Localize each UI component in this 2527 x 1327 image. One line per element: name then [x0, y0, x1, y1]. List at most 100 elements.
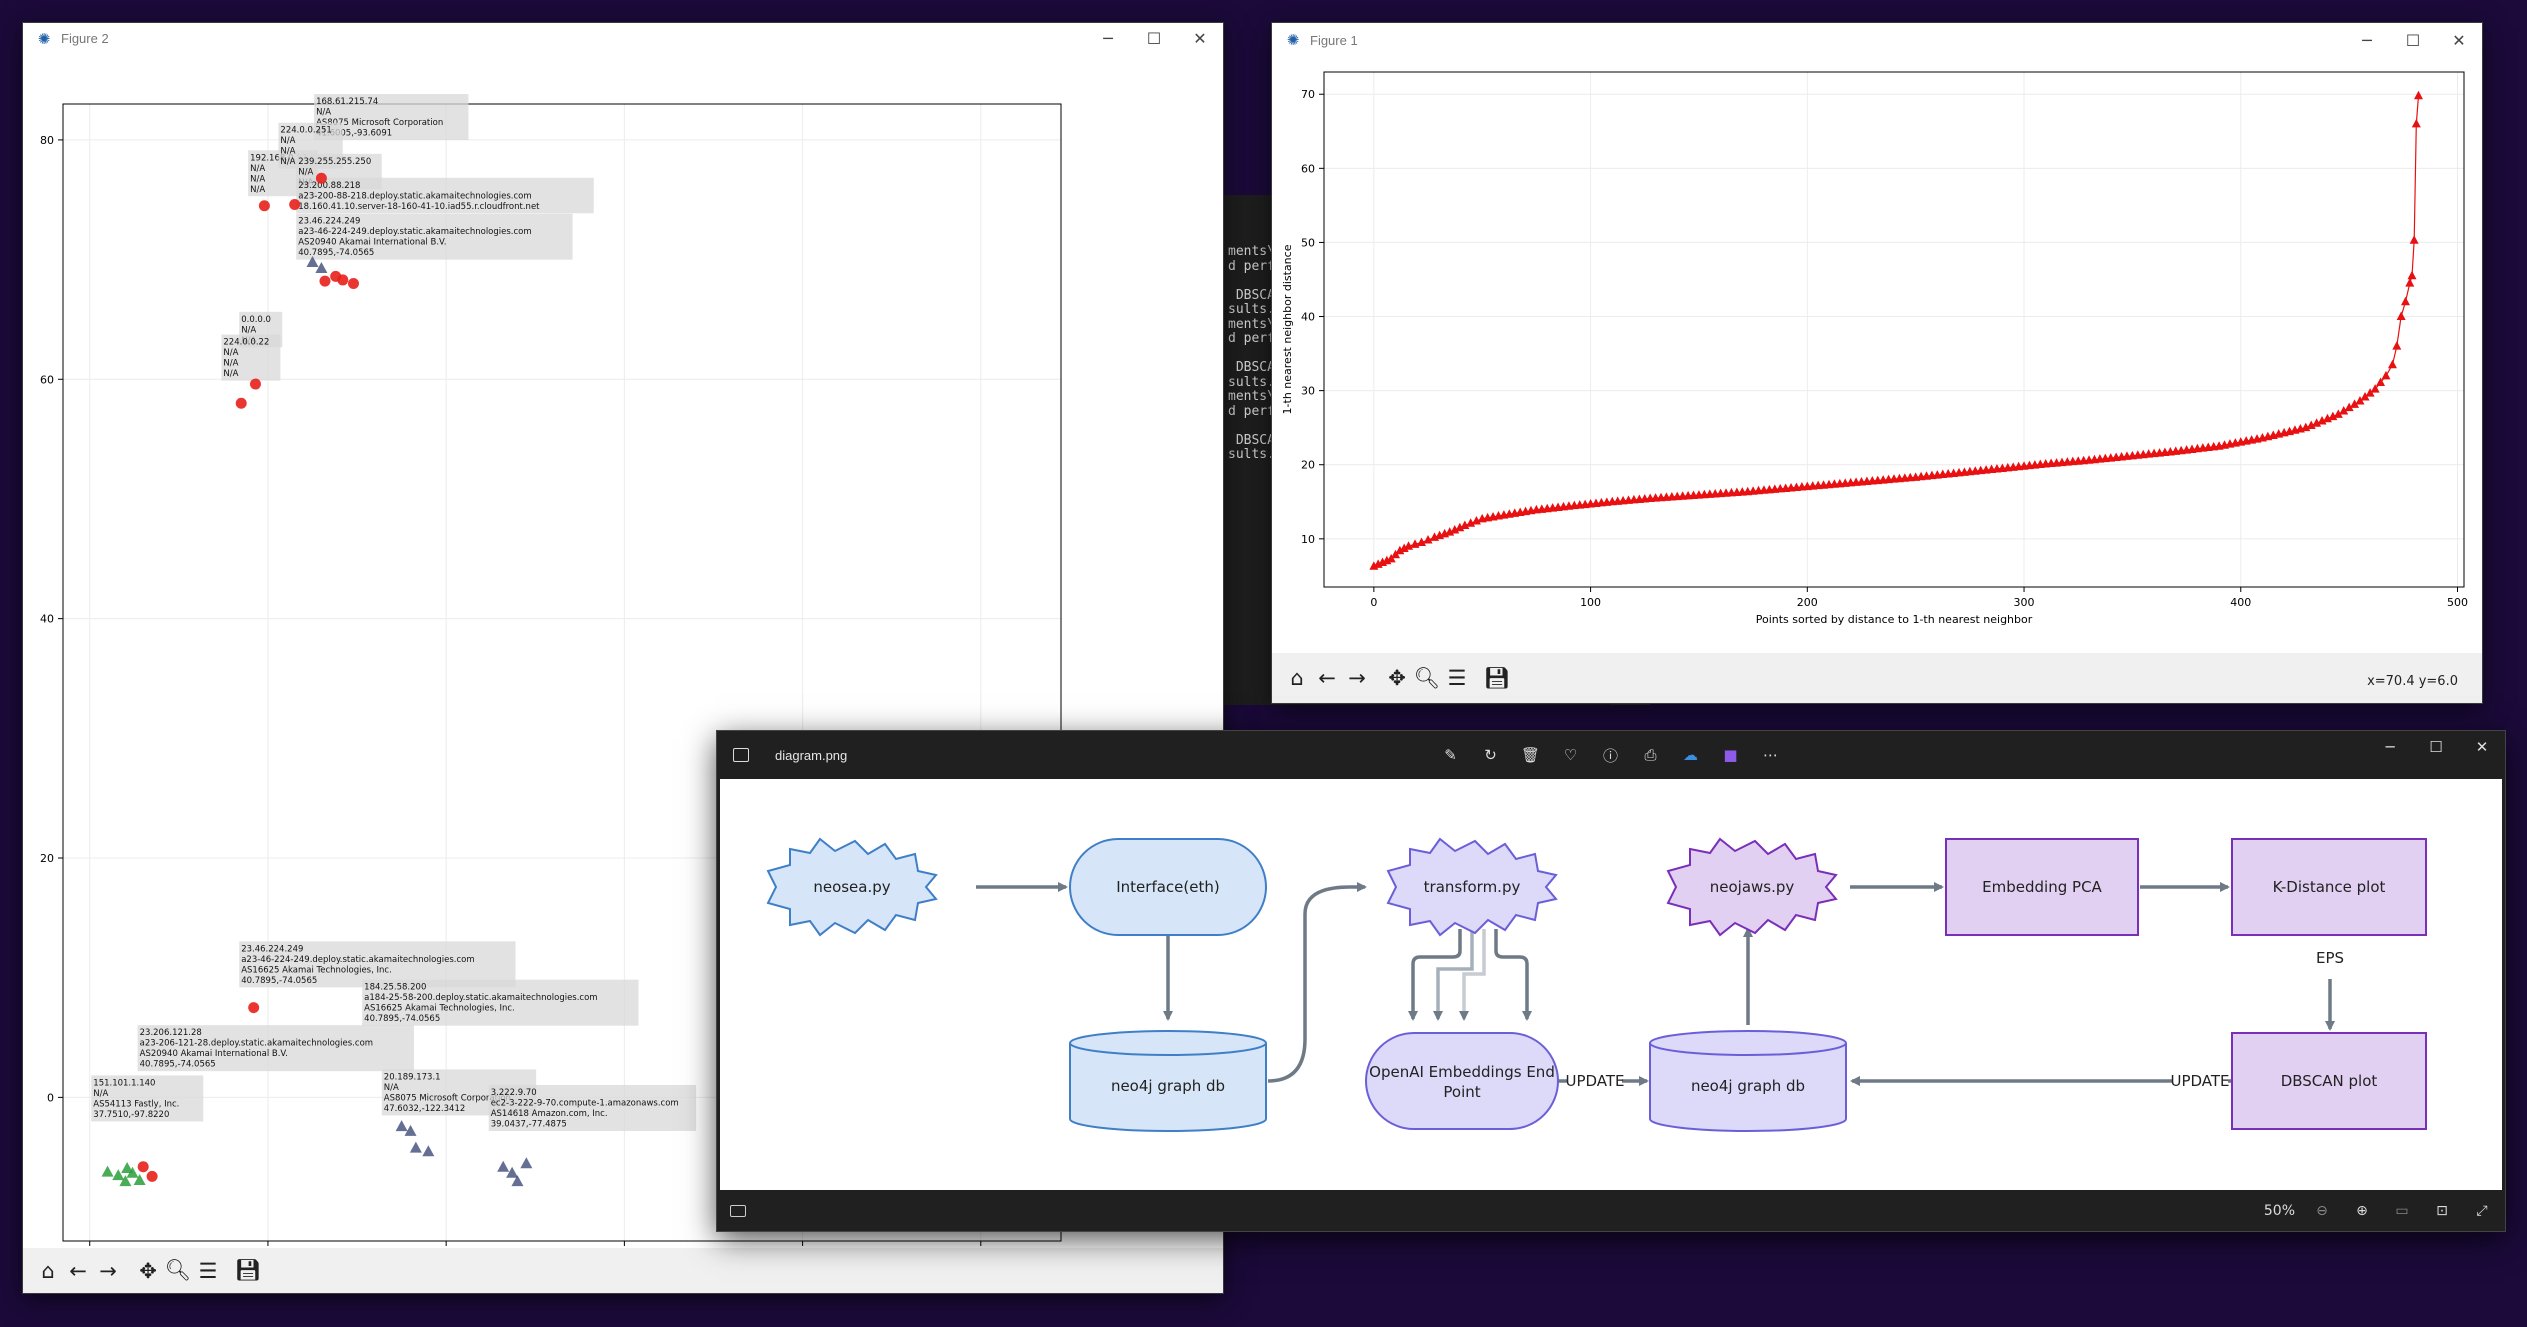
- y-tick-label: 80: [40, 134, 54, 147]
- zoom-icon[interactable]: 🔍︎: [163, 1256, 193, 1286]
- data-point: [146, 1170, 158, 1182]
- photo-viewer-window: diagram.png ✎ ↻ 🗑︎ ♡ ⓘ ⎙ ☁ ■ ⋯ ─ ☐ ✕ neo…: [717, 731, 2505, 1231]
- data-point: [2400, 296, 2410, 306]
- annotation-line: 20.189.173.1: [384, 1072, 441, 1082]
- pipeline-diagram: neosea.py Interface(eth) transform.py ne…: [766, 837, 2427, 1132]
- info-icon[interactable]: ⓘ: [1597, 742, 1624, 769]
- annotation-line: N/A: [280, 147, 295, 157]
- annotation-line: N/A: [223, 369, 238, 379]
- figure2-toolbar: ⌂ ← → ✥ 🔍︎ ☰ 💾︎: [23, 1248, 1223, 1293]
- neosea-label: neosea.py: [813, 878, 890, 896]
- y-tick-label: 40: [40, 613, 54, 626]
- back-icon[interactable]: ←: [63, 1256, 93, 1286]
- image-file-icon: [733, 748, 749, 762]
- viewer-toolbar: ✎ ↻ 🗑︎ ♡ ⓘ ⎙ ☁ ■ ⋯: [1437, 731, 1784, 779]
- maximize-button[interactable]: ☐: [2413, 731, 2459, 763]
- data-point: [520, 1157, 533, 1169]
- db2-label: neo4j graph db: [1691, 1077, 1805, 1095]
- save-icon[interactable]: 💾︎: [1482, 663, 1512, 693]
- zoom-icon[interactable]: 🔍︎: [1412, 663, 1442, 693]
- pan-icon[interactable]: ✥: [133, 1256, 163, 1286]
- ip-annotation: 224.0.0.22N/AN/AN/A: [221, 334, 281, 381]
- annotation-line: AS20940 Akamai International B.V.: [140, 1049, 288, 1059]
- y-tick-label: 70: [1301, 88, 1315, 101]
- data-point: [248, 1002, 260, 1014]
- annotation-line: N/A: [250, 174, 265, 184]
- data-point: [422, 1145, 435, 1157]
- y-tick-label: 40: [1301, 311, 1315, 324]
- data-point: [2396, 311, 2406, 321]
- fullscreen-icon[interactable]: ⤢: [2469, 1203, 2495, 1219]
- maximize-button[interactable]: ☐: [1131, 23, 1177, 54]
- close-button[interactable]: ✕: [2436, 23, 2482, 57]
- annotation-line: N/A: [250, 164, 265, 174]
- home-icon[interactable]: ⌂: [1282, 663, 1312, 693]
- matplotlib-logo-icon: ✺: [1286, 31, 1300, 49]
- openai-label-line1: OpenAI Embeddings End: [1369, 1063, 1555, 1081]
- minimize-button[interactable]: ─: [1085, 23, 1131, 54]
- neojaws-label: neojaws.py: [1710, 878, 1795, 896]
- onedrive-icon[interactable]: ☁: [1677, 742, 1704, 769]
- data-point: [2387, 359, 2397, 369]
- annotation-line: N/A: [223, 348, 238, 358]
- viewer-statusbar: 50% ⊖ ⊕ ▭ ⊡ ⤢: [717, 1190, 2505, 1231]
- data-point: [2413, 90, 2423, 100]
- rotate-icon[interactable]: ↻: [1477, 742, 1504, 769]
- configure-icon[interactable]: ☰: [193, 1256, 223, 1286]
- figure1-titlebar[interactable]: ✺ Figure 1 ─ ☐ ✕: [1272, 23, 2482, 57]
- annotation-line: 168.61.215.74: [316, 97, 378, 107]
- maximize-button[interactable]: ☐: [2390, 23, 2436, 57]
- fit-window-icon[interactable]: ▭: [2389, 1203, 2415, 1219]
- ip-annotation: 3.222.9.70ec2-3-222-9-70.compute-1.amazo…: [488, 1084, 697, 1131]
- data-point: [2411, 118, 2421, 128]
- openai-label-line2: Point: [1443, 1083, 1480, 1101]
- close-button[interactable]: ✕: [1177, 23, 1223, 54]
- y-tick-label: 30: [1301, 385, 1315, 398]
- pan-icon[interactable]: ✥: [1382, 663, 1412, 693]
- edit-image-icon[interactable]: ✎: [1437, 742, 1464, 769]
- data-point: [235, 397, 247, 409]
- ip-annotation: 23.46.224.249a23-46-224-249.deploy.stati…: [296, 213, 573, 260]
- annotation-line: N/A: [250, 185, 265, 195]
- annotation-line: 37.7510,-97.8220: [93, 1110, 169, 1120]
- annotation-line: 224.0.0.22: [223, 338, 269, 348]
- back-icon[interactable]: ←: [1312, 663, 1342, 693]
- save-icon[interactable]: 💾︎: [233, 1256, 263, 1286]
- db1-label: neo4j graph db: [1111, 1077, 1225, 1095]
- more-options-icon[interactable]: ⋯: [1757, 742, 1784, 769]
- y-tick-label: 20: [1301, 459, 1315, 472]
- series-line: [1373, 95, 2420, 567]
- annotation-line: a23-200-88-218.deploy.static.akamaitechn…: [298, 191, 531, 201]
- clipchamp-icon[interactable]: ■: [1717, 742, 1744, 769]
- forward-icon[interactable]: →: [1342, 663, 1372, 693]
- kdistance-chart: 0 100 200 300 400 500 10 20 30 40 50 60 70 Points sor…: [1281, 71, 2468, 626]
- figure2-titlebar[interactable]: ✺ Figure 2 ─ ☐ ✕: [23, 23, 1223, 54]
- minimize-button[interactable]: ─: [2367, 731, 2413, 763]
- figure1-canvas[interactable]: 0 100 200 300 400 500 10 20 30 40 50 60 70 Points sor…: [1272, 57, 2482, 653]
- annotation-line: N/A: [223, 359, 238, 369]
- annotation-line: 224.0.0.251: [280, 126, 331, 136]
- delete-icon[interactable]: 🗑︎: [1517, 742, 1544, 769]
- x-tick-label: 300: [2014, 596, 2035, 609]
- x-tick-label: 400: [2230, 596, 2251, 609]
- data-point: [2392, 341, 2402, 350]
- close-button[interactable]: ✕: [2459, 731, 2505, 763]
- favorite-icon[interactable]: ♡: [1557, 742, 1584, 769]
- annotation-line: 23.200.88.218: [298, 181, 360, 191]
- annotation-line: AS14618 Amazon.com, Inc.: [491, 1109, 608, 1119]
- filmstrip-icon[interactable]: [730, 1204, 746, 1217]
- data-point: [249, 378, 261, 390]
- configure-icon[interactable]: ☰: [1442, 663, 1472, 693]
- actual-size-icon[interactable]: ⊡: [2429, 1203, 2455, 1219]
- interface-label: Interface(eth): [1116, 878, 1219, 896]
- zoom-in-icon[interactable]: ⊕: [2349, 1203, 2375, 1219]
- arrow-transform-openai-4: [1494, 929, 1532, 1021]
- annotation-line: a23-46-224-249.deploy.static.akamaitechn…: [241, 955, 474, 965]
- forward-icon[interactable]: →: [93, 1256, 123, 1286]
- y-tick-label: 10: [1301, 533, 1315, 546]
- minimize-button[interactable]: ─: [2344, 23, 2390, 57]
- home-icon[interactable]: ⌂: [33, 1256, 63, 1286]
- zoom-out-icon[interactable]: ⊖: [2309, 1203, 2335, 1219]
- print-icon[interactable]: ⎙: [1637, 742, 1664, 769]
- figure1-toolbar: ⌂ ← → ✥ 🔍︎ ☰ 💾︎ x=70.4 y=6.0: [1272, 653, 2482, 703]
